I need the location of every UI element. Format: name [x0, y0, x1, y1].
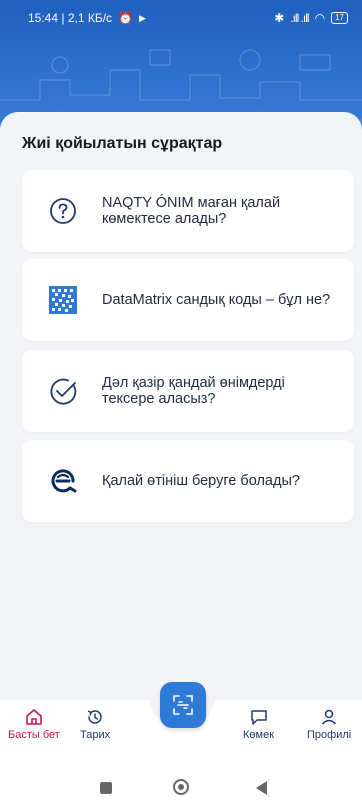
- faq-item-products[interactable]: Дәл қазір қандай өнімдерді тексере аласы…: [22, 350, 354, 432]
- battery-icon: 17: [331, 12, 348, 24]
- faq-item-apply[interactable]: Қалай өтініш беруге болады?: [22, 440, 354, 522]
- user-icon: [322, 709, 337, 725]
- faq-item-how-help[interactable]: NAQTY ÓNIM маған қалай көмектесе алады?: [22, 170, 354, 252]
- bluetooth-icon: ✱: [274, 11, 285, 25]
- history-icon: [87, 710, 102, 724]
- status-time: 15:44 | 2,1 КБ/с: [28, 11, 113, 25]
- nav-profile[interactable]: Профилі: [307, 708, 351, 741]
- system-nav-bar: [0, 770, 362, 804]
- signal-icon: .ıll .ıll: [290, 11, 309, 25]
- nav-help-label: Көмек: [243, 729, 275, 741]
- alarm-icon: ⏰: [118, 11, 133, 25]
- recent-apps-button[interactable]: [100, 782, 112, 794]
- scan-icon: [173, 695, 193, 715]
- home-icon: [26, 709, 42, 725]
- e-logo-icon: [46, 464, 80, 498]
- play-icon: ▶: [138, 12, 146, 23]
- datamatrix-code-icon: [46, 283, 80, 317]
- home-button[interactable]: [173, 779, 189, 795]
- faq-item-text: NAQTY ÓNIM маған қалай көмектесе алады?: [102, 195, 281, 227]
- nav-help[interactable]: Көмек: [243, 708, 274, 741]
- nav-history-label: Тарих: [80, 729, 111, 741]
- scan-button[interactable]: [160, 682, 206, 728]
- page-title: Жиі қойылатын сұрақтар: [22, 135, 223, 152]
- faq-item-datamatrix[interactable]: DataMatrix сандық коды – бұл не?: [22, 259, 354, 341]
- nav-history[interactable]: Тарих: [80, 708, 110, 741]
- faq-item-text: Қалай өтініш беруге болады?: [102, 473, 300, 489]
- nav-home-label: Басты бет: [8, 729, 60, 741]
- check-circle-icon: [46, 374, 80, 408]
- nav-profile-label: Профилі: [307, 729, 352, 741]
- nav-home[interactable]: Басты бет: [8, 708, 60, 741]
- back-button[interactable]: [256, 781, 267, 795]
- status-bar: 15:44 | 2,1 КБ/с ⏰ ▶ ✱ .ıll .ıll ◠ 17: [0, 0, 362, 36]
- faq-item-text: Дәл қазір қандай өнімдерді тексере аласы…: [102, 375, 285, 407]
- chat-icon: [250, 710, 267, 725]
- question-circle-icon: [46, 194, 80, 228]
- wifi-icon: ◠: [314, 11, 326, 25]
- faq-item-text: DataMatrix сандық коды – бұл не?: [102, 292, 331, 308]
